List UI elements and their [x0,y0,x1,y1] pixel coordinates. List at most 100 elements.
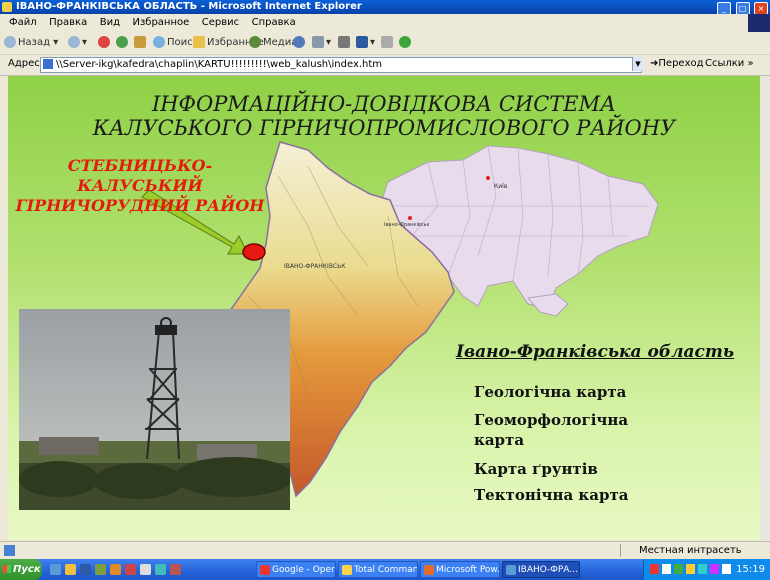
media-quicklaunch-icon[interactable] [140,564,151,575]
window-title-bar: ІВАНО-ФРАНКІВСЬКА ОБЛАСТЬ - Microsoft In… [0,0,770,15]
menu-bar: Файл Правка Вид Избранное Сервис Справка [0,14,770,33]
ivano-frankivsk-marker [408,216,412,220]
map-label-ivano-frankivsk: Івано-Франківськ [384,222,430,228]
tectonic-map-link[interactable]: Тектонічна карта [474,485,654,505]
media-button[interactable]: Медиа [249,35,297,51]
tray-icon[interactable] [662,564,671,574]
home-button[interactable] [134,35,148,51]
taskbar-item-powerpoint[interactable]: Microsoft Pow... [420,561,500,578]
mail-quicklaunch-icon[interactable] [170,564,181,575]
word-icon [356,36,368,48]
address-bar: Адрес: \\Server-ikg\kafedra\chaplin\KART… [0,55,770,76]
status-bar: Местная интрасеть [0,541,770,559]
region-label-line2: ГІРНИЧОРУДНИЙ РАЙОН [15,196,265,215]
map-label-kyiv: Київ [494,183,508,190]
mail-button[interactable]: ▾ [312,35,331,51]
network-quicklaunch-icon[interactable] [155,564,166,575]
search-button[interactable]: Поиск [153,35,199,51]
soil-map-link[interactable]: Карта ґрунтів [474,459,654,479]
tray-icon[interactable] [686,564,695,574]
tray-icon[interactable] [722,564,731,574]
page-content: ІВАНО-ФРАНКІВСЬК Київ Івано-Франківськ І… [8,76,760,540]
save-quicklaunch-icon[interactable] [80,564,91,575]
clock: 15:19 [736,564,765,575]
taskbar-item-total-commander[interactable]: Total Comman... [338,561,418,578]
explorer-quicklaunch-icon[interactable] [65,564,76,575]
security-zone: Местная интрасеть [620,544,768,557]
tray-icon[interactable] [698,564,707,574]
discuss-icon [381,36,393,48]
ie-icon [2,2,12,12]
region-marker [242,243,266,261]
address-url: \\Server-ikg\kafedra\chaplin\KARTU!!!!!!… [56,59,383,70]
menu-edit[interactable]: Правка [49,14,87,32]
stop-icon [98,36,110,48]
messenger-icon [399,36,411,48]
print-button[interactable] [338,35,352,51]
window-controls: _ □ × [716,1,768,15]
taskbar: Пуск Google - Opera Total Comman... Micr… [0,559,770,580]
menu-view[interactable]: Вид [100,14,120,32]
total-commander-icon [342,565,352,575]
geomorphological-map-link[interactable]: Геоморфологічна карта [474,410,654,450]
menu-file[interactable]: Файл [9,14,37,32]
ie-icon [506,565,516,575]
opera-quicklaunch-icon[interactable] [125,564,136,575]
window-title: ІВАНО-ФРАНКІВСЬКА ОБЛАСТЬ - Microsoft In… [16,1,362,12]
address-label: Адрес: [8,58,44,69]
vertical-scrollbar[interactable] [760,76,770,540]
address-dropdown-button[interactable]: ▼ [632,57,643,71]
taskbar-item-ie-active[interactable]: ІВАНО-ФРА... [502,561,580,578]
edit-button[interactable]: ▾ [356,35,375,51]
back-arrow-icon [4,36,16,48]
refresh-button[interactable] [116,35,130,51]
search-icon [153,36,165,48]
mail-icon [312,36,324,48]
stop-button[interactable] [98,35,112,51]
region-link[interactable]: СТЕБНИЦЬКО-КАЛУСЬКИЙ ГІРНИЧОРУДНИЙ РАЙОН [8,156,274,216]
crimea-map [527,293,569,317]
taskbar-item-opera[interactable]: Google - Opera [256,561,336,578]
page-title-line2: КАЛУСЬКОГО ГІРНИЧОПРОМИСЛОВОГО РАЙОНУ [92,116,676,140]
media-icon [249,36,261,48]
menu-tools[interactable]: Сервис [202,14,239,32]
system-tray: 15:19 [643,559,770,580]
go-button[interactable]: ➜Переход [650,58,704,69]
refresh-icon [116,36,128,48]
intranet-zone-label: Местная интрасеть [639,545,742,556]
tools-quicklaunch-icon[interactable] [110,564,121,575]
history-button[interactable] [293,35,307,51]
tray-icon[interactable] [710,564,719,574]
forward-arrow-icon [68,36,80,48]
messenger-button[interactable] [399,35,413,51]
forward-button[interactable]: ▾ [68,35,87,51]
app-quicklaunch-icon[interactable] [95,564,106,575]
discuss-button[interactable] [381,35,395,51]
back-button[interactable]: Назад ▾ [4,35,58,51]
opera-icon [260,565,270,575]
region-label-line1: СТЕБНИЦЬКО-КАЛУСЬКИЙ [67,156,213,195]
toolbar: Назад ▾ ▾ Поиск Избранное Медиа ▾ ▾ [0,32,770,55]
home-icon [134,36,146,48]
menu-favorites[interactable]: Избранное [132,14,189,32]
address-input[interactable]: \\Server-ikg\kafedra\chaplin\KARTU!!!!!!… [40,57,642,73]
ie-quicklaunch-icon[interactable] [50,564,61,575]
tray-icon[interactable] [674,564,683,574]
page-title-line1: ІНФОРМАЦІЙНО-ДОВІДКОВА СИСТЕМА [151,92,617,116]
powerpoint-icon [424,565,434,575]
history-icon [293,36,305,48]
oblast-heading-link[interactable]: Івано-Франківська область [456,342,734,362]
tray-icon[interactable] [650,564,659,574]
links-button[interactable]: Ссылки » [705,58,754,69]
map-label-city: ІВАНО-ФРАНКІВСЬК [284,263,346,270]
print-icon [338,36,350,48]
kyiv-marker [486,176,490,180]
mine-headframe-photo [19,309,290,510]
menu-help[interactable]: Справка [252,14,296,32]
start-button[interactable]: Пуск [0,559,42,580]
windows-flag-icon [3,565,11,573]
page-icon [43,59,53,69]
windows-logo-icon [748,14,770,32]
geological-map-link[interactable]: Геологічна карта [474,382,654,402]
page-status-icon [4,545,15,556]
